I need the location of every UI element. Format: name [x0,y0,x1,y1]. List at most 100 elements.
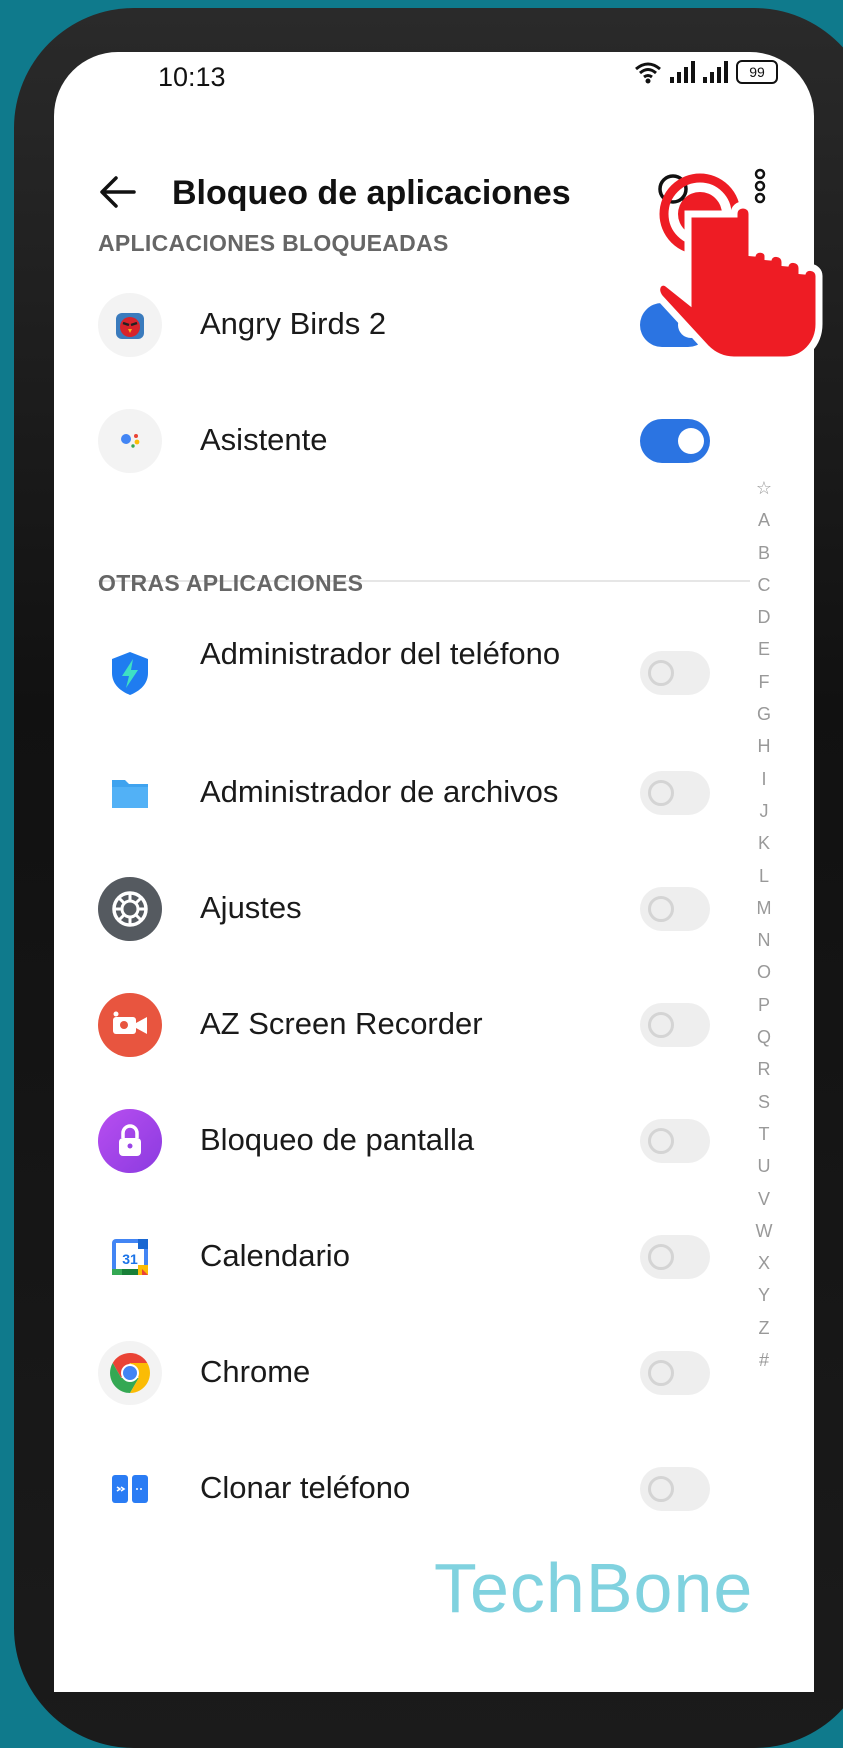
index-letter[interactable]: V [758,1183,770,1215]
status-icons: 99 [634,60,778,84]
lock-toggle[interactable] [640,651,710,695]
lock-toggle[interactable] [640,887,710,931]
app-name: Asistente [200,422,328,457]
lock-toggle[interactable] [640,1235,710,1279]
index-letter[interactable]: Q [757,1021,771,1053]
index-letter[interactable]: B [758,537,770,569]
index-letter[interactable]: L [759,860,769,892]
lock-toggle[interactable] [640,1003,710,1047]
lock-toggle[interactable] [640,419,710,463]
index-letter[interactable]: E [758,633,770,665]
index-letter[interactable]: J [760,795,769,827]
lock-toggle[interactable] [640,771,710,815]
tap-indicator [653,168,843,368]
video-camera-icon [113,1011,147,1034]
index-letter[interactable]: ☆ [756,472,772,504]
index-letter[interactable]: U [758,1150,771,1182]
file-manager-app-icon [98,761,162,825]
toggle-knob [648,780,674,806]
lock-toggle[interactable] [640,1119,710,1163]
calendar-app-icon: 31 [98,1225,162,1289]
angry-birds-app-icon [98,293,162,357]
index-letter[interactable]: D [758,601,771,633]
index-letter[interactable]: P [758,989,770,1021]
status-time: 10:13 [158,62,226,92]
calendar-day: 31 [122,1251,138,1267]
index-letter[interactable]: Y [758,1279,770,1311]
app-row-clonar-telefono[interactable]: Clonar teléfono [54,1434,754,1544]
index-letter[interactable]: G [757,698,771,730]
toggle-knob [678,428,704,454]
asistente-app-icon [98,409,162,473]
signal-icon [670,61,695,83]
index-letter[interactable]: A [758,504,770,536]
hand-tap-icon [653,173,823,364]
wifi-icon [635,62,661,84]
app-row-chrome[interactable]: Chrome [54,1318,754,1428]
index-letter[interactable]: I [761,763,766,795]
app-row-ajustes[interactable]: Ajustes [54,854,754,964]
toggle-knob [648,660,674,686]
section-header-others: OTRAS APLICACIONES [98,570,364,596]
page-title: Bloqueo de aplicaciones [172,174,571,212]
app-row-administrador-archivos[interactable]: Administrador de archivos [54,738,754,848]
toggle-knob [648,1360,674,1386]
lock-toggle[interactable] [640,1351,710,1395]
shield-bolt-icon [112,652,148,695]
phone-clone-icon [112,1475,148,1503]
index-letter[interactable]: R [758,1053,771,1085]
alphabet-index[interactable]: ☆ A B C D E F G H I J K L M N O P Q R S T U V W X Y Z # [744,472,784,1376]
toggle-knob [648,1012,674,1038]
app-row-asistente[interactable]: Asistente [54,386,754,496]
status-bar: 10:13 99 [54,52,814,112]
app-row-az-screen-recorder[interactable]: AZ Screen Recorder [54,970,754,1080]
angry-bird-icon [116,313,144,339]
index-letter[interactable]: H [758,730,771,762]
lock-toggle[interactable] [640,1467,710,1511]
index-letter[interactable]: # [759,1344,769,1376]
battery-icon: 99 [736,60,778,84]
index-letter[interactable]: O [757,956,771,988]
index-letter[interactable]: C [758,569,771,601]
chrome-icon [110,1353,150,1393]
back-button[interactable] [94,168,142,216]
toggle-knob [648,1476,674,1502]
index-letter[interactable]: K [758,827,770,859]
app-name: Administrador de archivos [200,774,559,809]
index-letter[interactable]: M [757,892,772,924]
app-row-calendario[interactable]: 31 Calendario [54,1202,754,1312]
app-name: Calendario [200,1238,350,1273]
phone-manager-app-icon [98,641,162,705]
watermark: TechBone [434,1549,754,1627]
index-letter[interactable]: X [758,1247,770,1279]
app-name: Ajustes [200,890,302,925]
app-row-angry-birds-2[interactable]: Angry Birds 2 [54,270,754,380]
google-assistant-icon [121,434,140,448]
toggle-knob [648,1128,674,1154]
signal-icon [703,61,728,83]
app-name: Administrador del teléfono [200,636,561,671]
app-name: Angry Birds 2 [200,306,387,341]
index-letter[interactable]: T [759,1118,770,1150]
gear-icon [112,891,148,927]
folder-icon [112,780,148,808]
index-letter[interactable]: W [756,1215,773,1247]
chrome-app-icon [98,1341,162,1405]
app-row-administrador-telefono[interactable]: Administrador del teléfono [54,618,754,728]
index-letter[interactable]: F [759,666,770,698]
app-row-bloqueo-pantalla[interactable]: Bloqueo de pantalla [54,1086,754,1196]
calendar-icon: 31 [112,1239,148,1275]
app-name: Bloqueo de pantalla [200,1122,475,1157]
app-name: Clonar teléfono [200,1470,411,1505]
toggle-knob [648,1244,674,1270]
index-letter[interactable]: S [758,1086,770,1118]
app-name: AZ Screen Recorder [200,1006,483,1041]
phone-clone-app-icon [98,1457,162,1521]
app-name: Chrome [200,1354,311,1389]
index-letter[interactable]: N [758,924,771,956]
arrow-left-icon [100,176,136,208]
section-header-locked: APLICACIONES BLOQUEADAS [98,230,449,256]
az-recorder-app-icon [98,993,162,1057]
index-letter[interactable]: Z [759,1312,770,1344]
padlock-icon [119,1124,141,1156]
